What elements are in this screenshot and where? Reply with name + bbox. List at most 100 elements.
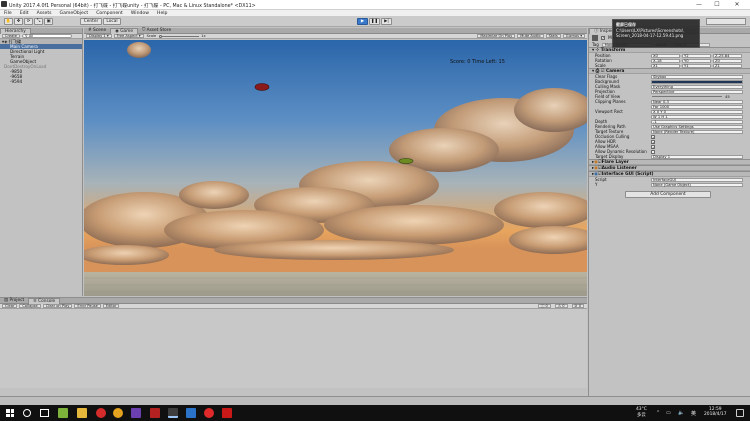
hierarchy-item[interactable]: -9594	[0, 79, 82, 84]
action-center-icon[interactable]	[736, 409, 744, 417]
camera-row-field[interactable]: -1	[651, 119, 743, 124]
scale-tool-button[interactable]: ⤡	[34, 18, 43, 25]
green-ufo-disc[interactable]	[398, 158, 414, 164]
tab-asset-store[interactable]: ⛉ Asset Store	[138, 28, 175, 34]
gizmos-dropdown[interactable]: Gizmos ▾	[562, 34, 585, 38]
network-icon[interactable]: ▭	[666, 410, 671, 416]
task-view-icon[interactable]	[40, 409, 49, 417]
camera-row-field[interactable]: None (Render Texture)	[651, 129, 743, 134]
camera-row-field[interactable]: Use Graphics Settings	[651, 124, 743, 129]
menu-window[interactable]: Window	[131, 11, 149, 16]
netease-music-icon[interactable]	[204, 408, 214, 418]
hierarchy-search-input[interactable]: ⚲ All	[21, 34, 72, 38]
fov-slider[interactable]	[652, 96, 722, 97]
tab-project[interactable]: ▤ Project	[0, 298, 28, 304]
vscode-icon[interactable]	[186, 408, 196, 418]
create-button[interactable]: Create	[2, 34, 20, 38]
menu-component[interactable]: Component	[96, 11, 123, 16]
menu-gameobject[interactable]: GameObject	[60, 11, 89, 16]
console-editor-dropdown[interactable]: Editor	[102, 304, 120, 308]
camera-checkbox[interactable]: ✓	[651, 139, 655, 144]
camera-row-field[interactable]: Everything	[651, 84, 743, 89]
console-clear-button[interactable]: Clear	[2, 304, 18, 308]
chrome-browser-icon[interactable]	[113, 408, 123, 418]
scale-slider-handle[interactable]	[159, 34, 163, 38]
camera-row-field[interactable]: W 1 H 1	[651, 114, 743, 119]
maximize-button[interactable]: ☐	[710, 1, 724, 9]
camera-row-field[interactable]: Far 1000	[651, 104, 743, 109]
unity-taskbar-icon[interactable]	[168, 408, 178, 418]
menu-file[interactable]: File	[4, 11, 12, 16]
camera-row-field[interactable]	[651, 79, 743, 84]
transform-x-field[interactable]: X -18	[651, 58, 680, 63]
close-button[interactable]: ✕	[730, 1, 744, 9]
script-row-field[interactable]: InterfaceGUI	[651, 177, 743, 182]
console-log-area[interactable]	[0, 309, 587, 388]
weather-widget[interactable]: 43°C 多云	[636, 407, 647, 418]
maximize-on-play-toggle[interactable]: Maximize On Play	[477, 34, 516, 38]
transform-y-field[interactable]: Y 1	[682, 63, 711, 68]
script-row-field[interactable]: None (Game Object)	[651, 182, 743, 187]
transform-x-field[interactable]: X 1	[651, 63, 680, 68]
scale-slider[interactable]	[159, 34, 200, 38]
opera-browser-icon[interactable]	[96, 408, 106, 418]
display-dropdown[interactable]: Display 1 ▾	[86, 34, 112, 38]
console-error-pause-toggle[interactable]: Error Pause	[74, 304, 101, 308]
red-ufo-disc[interactable]	[254, 83, 270, 91]
camera-row-field[interactable]: X 0 Y 0	[651, 109, 743, 114]
menu-help[interactable]: Help	[157, 11, 167, 16]
tab-console[interactable]: ≡ Console	[28, 297, 61, 304]
transform-y-field[interactable]: Y 0	[682, 58, 711, 63]
rotate-tool-button[interactable]: ⟳	[24, 18, 33, 25]
layout-dropdown[interactable]	[706, 18, 746, 25]
camera-enabled-checkbox[interactable]: ☑	[601, 69, 605, 74]
camera-checkbox[interactable]: ✓	[651, 144, 655, 149]
app-red-icon[interactable]	[222, 408, 232, 418]
tab-hierarchy[interactable]: Hierarchy	[0, 27, 31, 34]
camera-row-field[interactable]: Perspective	[651, 89, 743, 94]
aspect-dropdown[interactable]: Free Aspect ▾	[113, 34, 144, 38]
stats-toggle[interactable]: Stats	[545, 34, 561, 38]
console-clear-on-play-toggle[interactable]: Clear on Play	[42, 304, 73, 308]
app-excel-icon[interactable]	[58, 408, 68, 418]
mute-audio-toggle[interactable]: Mute Audio	[517, 34, 544, 38]
transform-z-field[interactable]: Z -25.84	[713, 53, 742, 58]
transform-y-field[interactable]: Y 2	[682, 53, 711, 58]
file-explorer-icon[interactable]	[77, 408, 87, 418]
camera-row-field[interactable]: 45	[651, 95, 743, 99]
move-tool-button[interactable]: ✥	[14, 18, 23, 25]
start-button[interactable]	[6, 409, 14, 417]
volume-icon[interactable]: 🔈	[678, 410, 684, 416]
transform-z-field[interactable]: Z 1	[713, 63, 742, 68]
cortana-search-icon[interactable]	[23, 409, 31, 417]
object-active-checkbox[interactable]: ✓	[601, 36, 605, 40]
info-count-toggle[interactable]: ⓘ 0	[537, 304, 551, 308]
pivot-local-button[interactable]: Local	[103, 18, 121, 25]
camera-row-field[interactable]: Skybox	[651, 74, 743, 79]
transform-x-field[interactable]: X 0	[651, 53, 680, 58]
game-render[interactable]: Score: 0 Time Left: 15	[84, 40, 587, 296]
warning-count-toggle[interactable]: ⚠ 0	[554, 304, 568, 308]
play-button[interactable]: ▶	[357, 18, 368, 25]
clock[interactable]: 12:59 2018/4/17	[704, 407, 727, 417]
camera-checkbox[interactable]: ✓	[651, 134, 655, 139]
minimize-button[interactable]: —	[692, 1, 706, 9]
step-button[interactable]: ▶|	[381, 18, 392, 25]
rect-tool-button[interactable]: ▣	[44, 18, 53, 25]
pdf-reader-icon[interactable]	[150, 408, 160, 418]
target-display-dropdown[interactable]: Display 1	[651, 154, 743, 159]
camera-row-field[interactable]: Near 0.3	[651, 99, 743, 104]
camera-checkbox[interactable]	[651, 149, 655, 154]
tab-scene[interactable]: # Scene	[84, 28, 110, 34]
add-component-button[interactable]: Add Component	[625, 191, 711, 198]
hand-tool-button[interactable]: ✋	[4, 18, 13, 25]
transform-z-field[interactable]: Z 0	[713, 58, 742, 63]
pivot-center-button[interactable]: Center	[80, 18, 102, 25]
screenshot-saved-toast[interactable]: 截屏已保存 C:\Users\LX\Pictures\Screenshots\ …	[612, 19, 700, 48]
menu-edit[interactable]: Edit	[20, 11, 29, 16]
visual-studio-icon[interactable]	[131, 408, 141, 418]
console-collapse-toggle[interactable]: Collapse	[19, 304, 41, 308]
error-count-toggle[interactable]: ⊘ 0	[571, 304, 584, 308]
tray-chevron-icon[interactable]: ⌃	[656, 410, 660, 416]
menu-assets[interactable]: Assets	[37, 11, 52, 16]
